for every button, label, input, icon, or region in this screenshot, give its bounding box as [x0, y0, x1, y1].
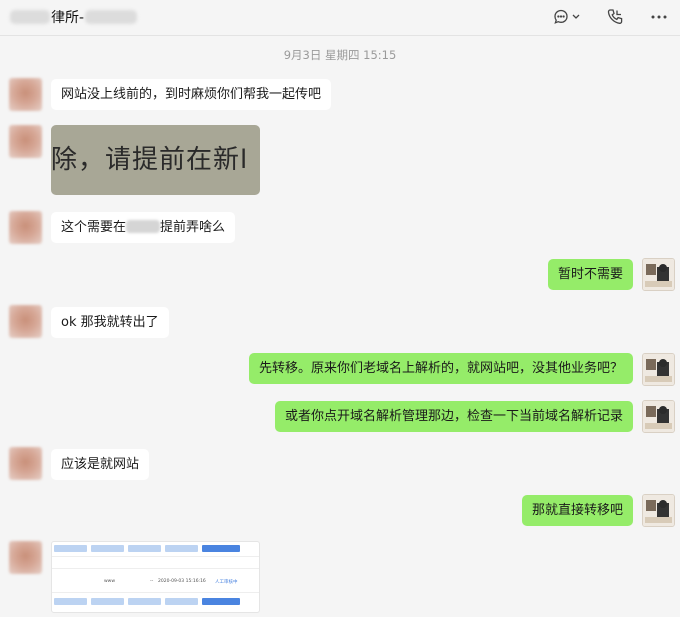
contact-avatar[interactable] [9, 447, 42, 480]
redacted-text [126, 220, 161, 233]
contact-avatar[interactable] [9, 211, 42, 244]
my-avatar[interactable] [642, 494, 675, 527]
screenshot-cell: www [104, 579, 116, 584]
chat-header: 律所- [0, 0, 680, 36]
message-bubble-incoming[interactable]: 这个需要在 提前弄啥么 [51, 212, 236, 243]
screenshot-cell: 人工审核中 [215, 580, 238, 585]
my-avatar[interactable] [642, 400, 675, 433]
message-bubble-incoming[interactable]: 网站没上线前的，到时麻烦你们帮我一起传吧 [51, 79, 332, 110]
message-text-part: 这个需要在 [61, 220, 127, 235]
my-avatar[interactable] [642, 258, 675, 291]
message-bubble-outgoing[interactable]: 或者你点开域名解析管理那边，检查一下当前域名解析记录 [274, 401, 633, 432]
my-avatar[interactable] [642, 353, 675, 386]
image-message-text: 除，请提前在新l [51, 145, 249, 175]
contact-avatar[interactable] [9, 305, 42, 338]
message-bubble-outgoing[interactable]: 暂时不需要 [547, 259, 633, 290]
message-bubble-outgoing[interactable]: 那就直接转移吧 [521, 495, 633, 526]
message-bubble-incoming[interactable]: ok 那我就转出了 [51, 307, 169, 338]
image-message[interactable]: 除，请提前在新l [51, 125, 260, 195]
message-text-part: 提前弄啥么 [160, 220, 226, 235]
timestamp: 9月3日 星期四 15:15 [283, 48, 397, 62]
contact-avatar[interactable] [9, 78, 42, 111]
screenshot-cell: 2020-09-03 15:16:16 [158, 579, 206, 584]
redacted-text [85, 10, 138, 24]
contact-avatar[interactable] [9, 541, 42, 574]
screenshot-image-message[interactable]: www -- 2020-09-03 15:16:16 人工审核中 [51, 541, 260, 613]
message-bubble-outgoing[interactable]: 先转移。原来你们老域名上解析的，就网站吧，没其他业务吧？ [248, 353, 633, 384]
more-icon[interactable] [648, 7, 670, 27]
chat-title-text: 律所- [51, 10, 85, 26]
redacted-text [10, 10, 50, 24]
screenshot-cell: -- [150, 579, 154, 584]
chat-title: 律所- [10, 8, 138, 26]
message-bubble-incoming[interactable]: 应该是就网站 [51, 449, 150, 480]
contact-avatar[interactable] [9, 125, 42, 158]
phone-icon[interactable] [604, 7, 626, 27]
chat-bubble-icon[interactable] [552, 7, 582, 27]
